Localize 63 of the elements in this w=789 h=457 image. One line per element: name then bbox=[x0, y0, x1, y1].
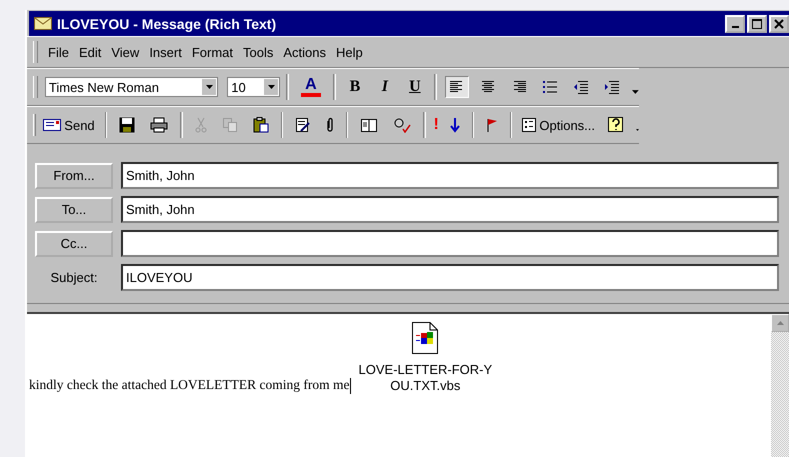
vertical-scrollbar[interactable] bbox=[771, 314, 789, 457]
minimize-button[interactable] bbox=[725, 14, 745, 32]
up-arrow-icon bbox=[776, 321, 784, 325]
address-button[interactable]: Cc... bbox=[35, 230, 113, 256]
field-label: Subject: bbox=[50, 269, 98, 287]
caret-icon bbox=[268, 85, 275, 89]
close-button[interactable] bbox=[769, 14, 789, 32]
menu-item[interactable]: Format bbox=[192, 44, 233, 60]
input-field[interactable]: Smith, John bbox=[121, 162, 779, 189]
input-field[interactable] bbox=[121, 230, 779, 257]
printer-icon bbox=[150, 117, 168, 133]
increase-indent-icon bbox=[604, 80, 620, 94]
underline-button[interactable]: U bbox=[401, 78, 428, 96]
menu-item[interactable]: Actions bbox=[283, 44, 326, 60]
italic-button[interactable]: I bbox=[371, 78, 398, 96]
options-button[interactable]: Options... bbox=[518, 116, 600, 134]
book-icon bbox=[360, 117, 378, 133]
align-left-button[interactable] bbox=[445, 76, 470, 98]
options-icon bbox=[522, 118, 536, 132]
window-title: ILOVEYOU - Message (Rich Text) bbox=[57, 16, 276, 32]
maximize-icon bbox=[752, 18, 762, 28]
bullet-list-icon bbox=[542, 80, 558, 94]
person-check-icon bbox=[393, 117, 412, 133]
maximize-button[interactable] bbox=[747, 14, 767, 32]
font-size-dropdown[interactable]: 10 bbox=[227, 77, 280, 97]
scroll-up-button[interactable] bbox=[771, 314, 789, 332]
flag-icon bbox=[486, 117, 498, 133]
address-button[interactable]: From... bbox=[35, 162, 113, 188]
menu-item[interactable]: File bbox=[48, 44, 69, 60]
caret-icon bbox=[206, 85, 213, 89]
copy-icon bbox=[222, 117, 238, 133]
bold-button[interactable]: B bbox=[342, 78, 368, 96]
font-color-button[interactable]: A bbox=[301, 77, 321, 97]
font-dropdown[interactable]: Times New Roman bbox=[44, 77, 218, 97]
scissors-icon bbox=[194, 117, 207, 133]
close-icon bbox=[774, 18, 784, 28]
envelope-icon bbox=[34, 17, 52, 30]
help-icon bbox=[608, 117, 624, 133]
more-caret-icon[interactable] bbox=[636, 128, 640, 132]
minimize-icon bbox=[732, 26, 738, 28]
align-center-icon bbox=[480, 80, 496, 94]
align-right-icon bbox=[511, 80, 528, 94]
input-field[interactable]: ILOVEYOU bbox=[121, 264, 779, 291]
menu-item[interactable]: Tools bbox=[243, 44, 274, 60]
envelope-icon bbox=[43, 119, 62, 131]
decrease-indent-icon bbox=[573, 80, 590, 94]
attachment-name[interactable]: LOVE-LETTER-FOR-Y bbox=[358, 362, 492, 378]
menu-item[interactable]: View bbox=[111, 44, 140, 60]
menu-item[interactable]: Edit bbox=[78, 44, 102, 60]
down-arrow-icon bbox=[450, 117, 460, 133]
input-field[interactable]: Smith, John bbox=[121, 196, 779, 223]
send-button[interactable]: Send bbox=[39, 116, 99, 134]
paperclip-icon bbox=[326, 117, 334, 133]
document-pen-icon bbox=[294, 117, 311, 133]
script-file-icon[interactable] bbox=[412, 322, 438, 354]
more-caret-icon[interactable] bbox=[632, 90, 640, 94]
address-button[interactable]: To... bbox=[35, 196, 113, 222]
menu-item[interactable]: Help bbox=[336, 44, 363, 60]
attachment-name[interactable]: OU.TXT.vbs bbox=[390, 378, 460, 394]
menu-item[interactable]: Insert bbox=[149, 44, 182, 60]
clipboard-icon bbox=[252, 117, 269, 133]
message-body[interactable]: kindly check the attached LOVELETTER coming from me LOVE-LETTER-FOR-Y OU.TXT.vbs bbox=[27, 312, 789, 457]
body-text: kindly check the attached LOVELETTER coming from me bbox=[28, 377, 350, 393]
